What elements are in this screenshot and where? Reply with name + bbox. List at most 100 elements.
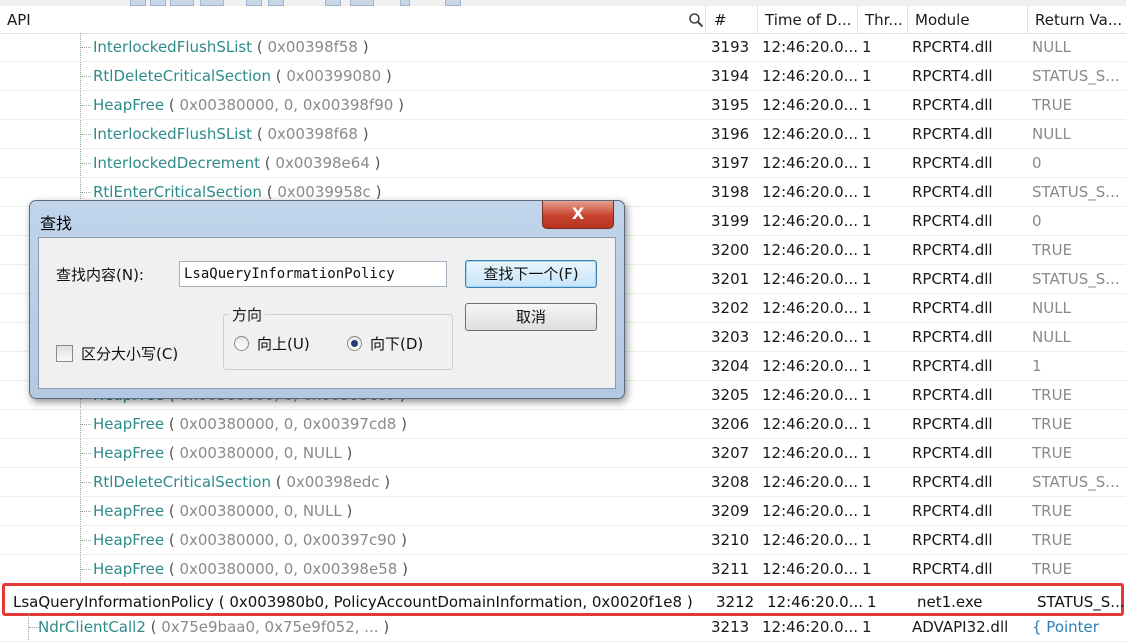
api-cell: RtlDeleteCriticalSection ( 0x00398edc ) — [0, 468, 706, 496]
tree-line — [81, 511, 91, 512]
module-cell: RPCRT4.dll — [912, 241, 993, 259]
paren-close: ) — [393, 96, 404, 114]
table-row[interactable]: HeapFree ( 0x00380000, 0, NULL ) 3209 12:4… — [0, 497, 1126, 526]
thread-cell: 1 — [862, 560, 872, 578]
function-name: HeapFree — [93, 531, 165, 549]
direction-down-label[interactable]: 向下(D) — [370, 333, 423, 354]
return-value-cell: 1 — [1032, 357, 1042, 375]
call-number-cell: 3199 — [711, 212, 750, 230]
paren-open: ( — [252, 125, 268, 143]
module-cell: RPCRT4.dll — [912, 299, 993, 317]
thread-cell: 1 — [862, 531, 872, 549]
module-cell: RPCRT4.dll — [912, 560, 993, 578]
table-row-selected[interactable]: LsaQueryInformationPolicy ( 0x003980b0, … — [2, 583, 1125, 616]
column-time[interactable]: Time of D... — [758, 6, 858, 33]
api-call-text: HeapFree ( 0x00380000, 0, 0x00397c90 ) — [93, 526, 407, 554]
table-row[interactable]: HeapFree ( 0x00380000, 0, 0x00397c90 ) 32… — [0, 526, 1126, 555]
paren-close: ) — [378, 618, 390, 636]
api-cell: RtlDeleteCriticalSection ( 0x00399080 ) — [0, 62, 706, 90]
paren-open: ( — [252, 38, 268, 56]
call-number-cell: 3201 — [711, 270, 750, 288]
module-cell: RPCRT4.dll — [912, 386, 993, 404]
time-cell: 12:46:20.0... — [762, 444, 857, 462]
function-params: 0x003980b0, PolicyAccountDomainInformati… — [229, 593, 683, 611]
table-row[interactable]: HeapFree ( 0x00380000, 0, NULL ) 3207 12:4… — [0, 439, 1126, 468]
table-row[interactable]: InterlockedFlushSList ( 0x00398f58 ) 3193… — [0, 33, 1126, 62]
match-case-checkbox[interactable] — [56, 345, 73, 362]
find-next-button[interactable]: 查找下一个(F) — [465, 260, 597, 288]
return-value-cell: STATUS_S... — [1032, 67, 1120, 85]
time-cell: 12:46:20.0... — [762, 125, 857, 143]
return-value-cell: TRUE — [1032, 241, 1073, 259]
function-params: 0x00380000, 0, 0x00398e58 — [179, 560, 398, 578]
column-header: API # Time of D... Thr... Module Return … — [0, 6, 1126, 34]
table-row[interactable]: HeapFree ( 0x00380000, 0, 0x00397cd8 ) 32… — [0, 410, 1126, 439]
search-icon[interactable] — [688, 12, 704, 28]
module-cell: RPCRT4.dll — [912, 125, 993, 143]
direction-label: 方向 — [229, 304, 266, 325]
return-value-cell: TRUE — [1032, 444, 1073, 462]
function-params: 0x00399080 — [286, 67, 382, 85]
module-cell: RPCRT4.dll — [912, 183, 993, 201]
function-params: 0x00380000, 0, NULL — [179, 502, 342, 520]
table-row[interactable]: InterlockedFlushSList ( 0x00398f68 ) 3196… — [0, 120, 1126, 149]
paren-close: ) — [369, 154, 381, 172]
column-return-value[interactable]: Return Va... — [1028, 6, 1126, 33]
function-name: NdrClientCall2 — [38, 618, 146, 636]
function-name: InterlockedFlushSList — [93, 38, 253, 56]
table-row[interactable]: HeapFree ( 0x00380000, 0, 0x00398e58 ) 32… — [0, 555, 1126, 584]
return-value-cell: TRUE — [1032, 386, 1073, 404]
cancel-button[interactable]: 取消 — [465, 303, 597, 331]
module-cell: RPCRT4.dll — [912, 67, 993, 85]
table-row[interactable]: HeapFree ( 0x00380000, 0, 0x00398f90 ) 31… — [0, 91, 1126, 120]
match-case-label[interactable]: 区分大小写(C) — [81, 343, 178, 364]
function-name: RtlDeleteCriticalSection — [93, 473, 271, 491]
return-value-cell: TRUE — [1032, 502, 1073, 520]
table-row[interactable]: InterlockedDecrement ( 0x00398e64 ) 3197 1… — [0, 149, 1126, 178]
module-cell: RPCRT4.dll — [912, 357, 993, 375]
call-number-cell: 3195 — [711, 96, 750, 114]
time-cell: 12:46:20.0... — [762, 473, 857, 491]
column-api[interactable]: API — [0, 6, 706, 33]
return-value-cell: STATUS_S... — [1032, 270, 1120, 288]
api-cell: HeapFree ( 0x00380000, 0, NULL ) — [0, 439, 706, 467]
find-what-input[interactable]: LsaQueryInformationPolicy — [179, 261, 447, 287]
column-thread[interactable]: Thr... — [858, 6, 908, 33]
api-cell: HeapFree ( 0x00380000, 0, 0x00398e58 ) — [0, 555, 706, 583]
api-cell: HeapFree ( 0x00380000, 0, 0x00397cd8 ) — [0, 410, 706, 438]
table-row[interactable]: RtlDeleteCriticalSection ( 0x00398edc ) 3… — [0, 468, 1126, 497]
thread-cell: 1 — [862, 67, 872, 85]
direction-down-radio[interactable] — [347, 336, 362, 351]
direction-up-label[interactable]: 向上(U) — [257, 333, 310, 354]
function-params: 0x00380000, 0, 0x00397cd8 — [179, 415, 397, 433]
call-number-cell: 3200 — [711, 241, 750, 259]
return-value-cell: TRUE — [1032, 415, 1073, 433]
call-number-cell: 3209 — [711, 502, 750, 520]
column-module[interactable]: Module — [908, 6, 1028, 33]
paren-open: ( — [260, 154, 276, 172]
api-call-text: LsaQueryInformationPolicy ( 0x003980b0, … — [13, 588, 693, 616]
paren-open: ( — [164, 560, 180, 578]
close-button[interactable]: X — [542, 201, 614, 229]
time-cell: 12:46:20.0... — [762, 270, 857, 288]
function-name: HeapFree — [93, 96, 165, 114]
table-row[interactable]: NdrClientCall2 ( 0x75e9baa0, 0x75e9f052,… — [0, 613, 1126, 642]
column-number[interactable]: # — [707, 6, 758, 33]
paren-open: ( — [164, 415, 180, 433]
return-value-cell: STATUS_S... — [1037, 593, 1125, 611]
tree-line — [81, 482, 91, 483]
time-cell: 12:46:20.0... — [762, 96, 857, 114]
direction-up-radio[interactable] — [234, 336, 249, 351]
paren-close: ) — [682, 593, 693, 611]
api-call-text: RtlDeleteCriticalSection ( 0x00399080 ) — [93, 62, 392, 90]
call-number-cell: 3211 — [711, 560, 750, 578]
time-cell: 12:46:20.0... — [762, 328, 857, 346]
thread-cell: 1 — [862, 415, 872, 433]
function-name: HeapFree — [93, 560, 165, 578]
table-row[interactable]: RtlDeleteCriticalSection ( 0x00399080 ) 3… — [0, 62, 1126, 91]
return-value-cell: STATUS_S... — [1032, 473, 1120, 491]
thread-cell: 1 — [862, 270, 872, 288]
function-name: InterlockedDecrement — [93, 154, 261, 172]
module-cell: RPCRT4.dll — [912, 328, 993, 346]
api-cell: HeapFree ( 0x00380000, 0, 0x00398f90 ) — [0, 91, 706, 119]
